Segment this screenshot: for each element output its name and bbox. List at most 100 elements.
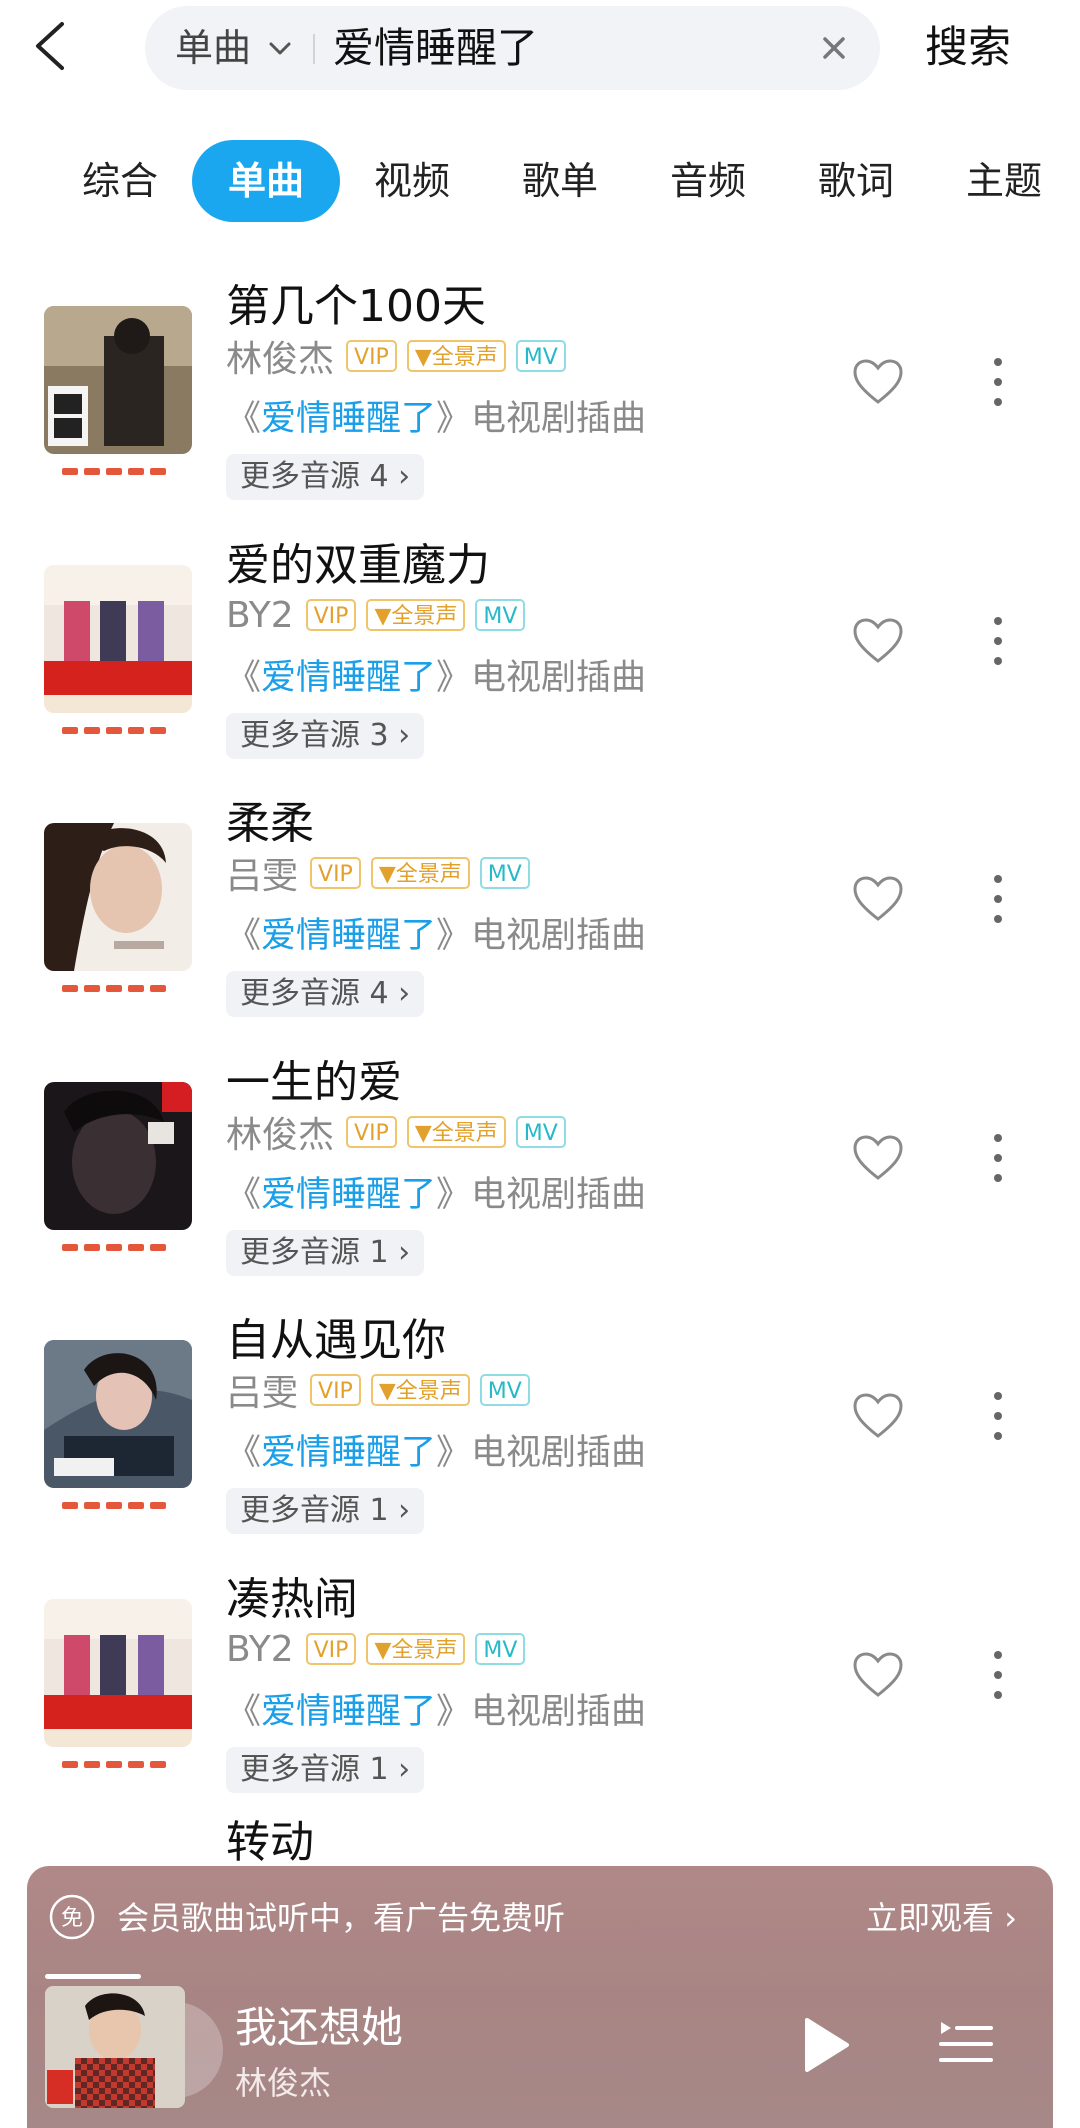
mv-badge[interactable]: MV: [515, 1116, 566, 1148]
clear-icon[interactable]: [818, 32, 850, 64]
artist-name[interactable]: 吕雯: [226, 1364, 298, 1416]
song-meta: 林俊杰 VIP ▼全景声 MV: [226, 336, 576, 380]
more-sources-button[interactable]: 更多音源 4 ›: [226, 454, 425, 500]
more-sources-button[interactable]: 更多音源 3 ›: [226, 713, 425, 759]
tab-singles[interactable]: 单曲: [192, 140, 340, 222]
album-line: 《爱情睡醒了》电视剧插曲: [226, 1166, 646, 1217]
artist-name[interactable]: BY2: [226, 1629, 294, 1670]
more-options-icon[interactable]: [988, 1647, 1008, 1703]
tab-lyrics[interactable]: 歌词: [804, 140, 908, 222]
search-divider: [313, 34, 315, 64]
tab-themes[interactable]: 主题: [952, 140, 1056, 222]
category-tabs: 综合 单曲 视频 歌单 音频 歌词 主题: [0, 140, 1080, 222]
song-list-item[interactable]: 第几个100天 林俊杰 VIP ▼全景声 MV 《爱情睡醒了》电视剧插曲 更多音…: [0, 268, 1080, 524]
heart-icon[interactable]: [852, 1651, 904, 1699]
album-cover: [44, 823, 192, 971]
more-options-icon[interactable]: [988, 1388, 1008, 1444]
artist-name[interactable]: 林俊杰: [226, 1106, 334, 1158]
search-button[interactable]: 搜索: [925, 0, 1011, 96]
more-sources-button[interactable]: 更多音源 1 ›: [226, 1230, 425, 1276]
heart-icon[interactable]: [852, 617, 904, 665]
trial-ad-bar[interactable]: 免 会员歌曲试听中，看广告免费听 立即观看 ›: [27, 1866, 1053, 1970]
song-list-item[interactable]: 凑热闹 BY2 VIP ▼全景声 MV 《爱情睡醒了》电视剧插曲 更多音源 1 …: [0, 1561, 1080, 1817]
more-sources-label: 更多音源 4: [240, 459, 389, 494]
play-icon[interactable]: [799, 2016, 851, 2074]
vip-badge: VIP: [310, 1374, 361, 1406]
song-meta: 林俊杰 VIP ▼全景声 MV: [226, 1112, 576, 1156]
playback-progress[interactable]: [45, 1974, 141, 1979]
album-prefix: 《: [226, 658, 262, 698]
cover-stripe: [62, 719, 174, 734]
cover-stripe: [62, 1753, 174, 1768]
spatial-audio-badge: ▼全景声: [370, 857, 470, 889]
playlist-icon[interactable]: [939, 2018, 993, 2068]
heart-icon[interactable]: [852, 1134, 904, 1182]
back-arrow-icon[interactable]: [26, 18, 76, 74]
song-title[interactable]: 自从遇见你: [226, 1304, 446, 1368]
album-prefix: 《: [226, 399, 262, 439]
tab-playlists[interactable]: 歌单: [508, 140, 612, 222]
heart-icon[interactable]: [852, 875, 904, 923]
song-title[interactable]: 柔柔: [226, 787, 314, 851]
song-title-partial[interactable]: 转动: [226, 1806, 314, 1870]
mv-badge[interactable]: MV: [475, 1633, 526, 1665]
heart-icon[interactable]: [852, 1392, 904, 1440]
song-list-item[interactable]: 爱的双重魔力 BY2 VIP ▼全景声 MV 《爱情睡醒了》电视剧插曲 更多音源…: [0, 527, 1080, 783]
album-link[interactable]: 爱情睡醒了: [261, 916, 436, 956]
more-options-icon[interactable]: [988, 613, 1008, 669]
album-link[interactable]: 爱情睡醒了: [261, 399, 436, 439]
cover-stripe: [62, 1494, 174, 1509]
more-options-icon[interactable]: [988, 1130, 1008, 1186]
artist-name[interactable]: 林俊杰: [226, 330, 334, 382]
more-options-icon[interactable]: [988, 871, 1008, 927]
song-title[interactable]: 一生的爱: [226, 1046, 402, 1110]
vip-badge: VIP: [305, 599, 357, 631]
spatial-audio-badge: ▼全景声: [406, 340, 506, 372]
album-cover: [44, 1599, 192, 1747]
spatial-audio-badge: ▼全景声: [406, 1116, 506, 1148]
heart-icon[interactable]: [852, 358, 904, 406]
song-title[interactable]: 爱的双重魔力: [226, 529, 490, 593]
album-link[interactable]: 爱情睡醒了: [261, 1433, 436, 1473]
album-link[interactable]: 爱情睡醒了: [261, 658, 436, 698]
tab-audio[interactable]: 音频: [656, 140, 760, 222]
search-box[interactable]: 单曲 爱情睡醒了: [145, 6, 880, 90]
album-prefix: 《: [226, 1175, 262, 1215]
more-sources-label: 更多音源 1: [240, 1493, 389, 1528]
album-link[interactable]: 爱情睡醒了: [261, 1692, 436, 1732]
mv-badge[interactable]: MV: [515, 340, 566, 372]
now-playing-title[interactable]: 我还想她: [235, 1994, 403, 2055]
song-list-item[interactable]: 自从遇见你 吕雯 VIP ▼全景声 MV 《爱情睡醒了》电视剧插曲 更多音源 1…: [0, 1302, 1080, 1558]
song-list-item[interactable]: 一生的爱 林俊杰 VIP ▼全景声 MV 《爱情睡醒了》电视剧插曲 更多音源 1…: [0, 1044, 1080, 1300]
more-sources-button[interactable]: 更多音源 1 ›: [226, 1488, 425, 1534]
song-title[interactable]: 凑热闹: [226, 1563, 358, 1627]
album-link[interactable]: 爱情睡醒了: [261, 1175, 436, 1215]
now-playing-cover[interactable]: [45, 1986, 185, 2108]
search-type-selector[interactable]: 单曲: [175, 6, 251, 90]
more-options-icon[interactable]: [988, 354, 1008, 410]
album-suffix: 》电视剧插曲: [436, 1433, 647, 1473]
artist-name[interactable]: 吕雯: [226, 847, 298, 899]
tab-videos[interactable]: 视频: [360, 140, 464, 222]
mv-badge[interactable]: MV: [475, 599, 526, 631]
mv-badge[interactable]: MV: [479, 1374, 530, 1406]
album-prefix: 《: [226, 1692, 262, 1732]
song-title[interactable]: 第几个100天: [226, 270, 486, 334]
watch-ad-button[interactable]: 立即观看 ›: [866, 1866, 1017, 1970]
tab-comprehensive[interactable]: 综合: [68, 140, 172, 222]
watch-ad-label: 立即观看: [866, 1899, 995, 1937]
chevron-down-icon[interactable]: [265, 34, 295, 62]
artist-name[interactable]: BY2: [226, 595, 294, 636]
more-sources-button[interactable]: 更多音源 1 ›: [226, 1747, 425, 1793]
mini-player[interactable]: 免 会员歌曲试听中，看广告免费听 立即观看 › 我还想她 林俊杰: [27, 1866, 1053, 2128]
album-cover: [44, 1082, 192, 1230]
now-playing-artist[interactable]: 林俊杰: [235, 2058, 331, 2104]
mv-badge[interactable]: MV: [479, 857, 530, 889]
vip-badge: VIP: [346, 1116, 397, 1148]
spatial-audio-label: 全景声: [431, 1121, 498, 1146]
spatial-audio-label: 全景声: [395, 862, 462, 887]
more-sources-button[interactable]: 更多音源 4 ›: [226, 971, 425, 1017]
song-list-item[interactable]: 柔柔 吕雯 VIP ▼全景声 MV 《爱情睡醒了》电视剧插曲 更多音源 4 ›: [0, 785, 1080, 1041]
more-sources-label: 更多音源 1: [240, 1752, 389, 1787]
search-input[interactable]: 爱情睡醒了: [333, 6, 538, 90]
